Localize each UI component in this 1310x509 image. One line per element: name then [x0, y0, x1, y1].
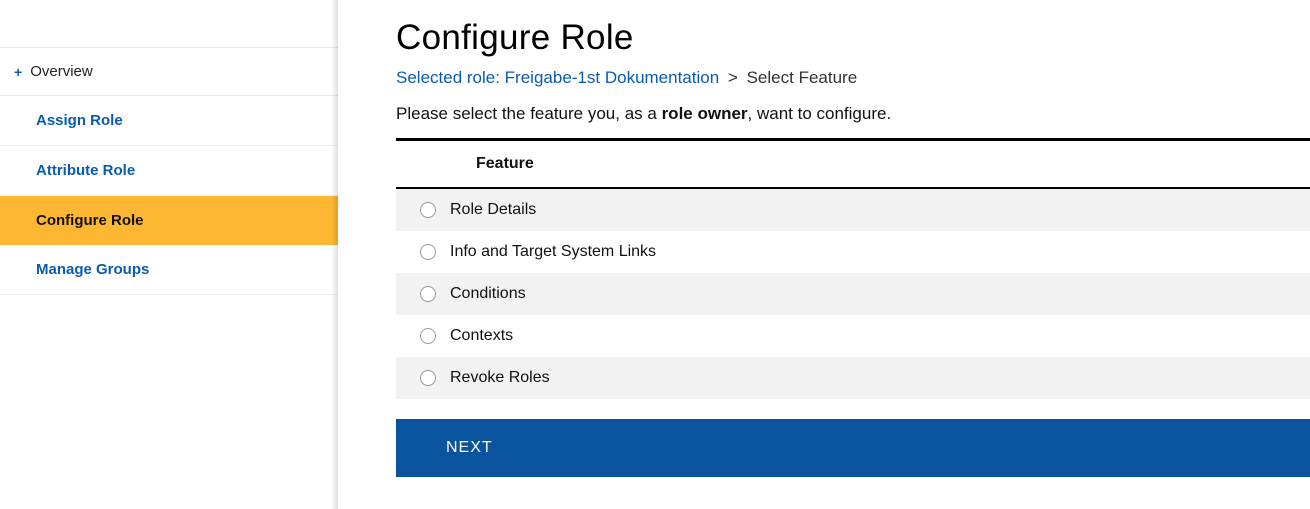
- intro-bold: role owner: [662, 104, 748, 123]
- sidebar-item-label: Attribute Role: [36, 162, 135, 179]
- sidebar-top-spacer: [0, 0, 338, 48]
- radio-icon[interactable]: [420, 286, 436, 302]
- sidebar-item-attribute-role[interactable]: Attribute Role: [0, 146, 338, 196]
- feature-row-conditions[interactable]: Conditions: [396, 273, 1310, 315]
- radio-icon[interactable]: [420, 328, 436, 344]
- feature-label: Contexts: [450, 327, 513, 345]
- radio-icon[interactable]: [420, 202, 436, 218]
- sidebar-item-assign-role[interactable]: Assign Role: [0, 96, 338, 146]
- intro-prefix: Please select the feature you, as a: [396, 104, 662, 123]
- intro-text: Please select the feature you, as a role…: [396, 104, 1310, 124]
- plus-icon: +: [14, 65, 22, 79]
- sidebar-item-label: Manage Groups: [36, 261, 149, 278]
- feature-table: Feature Role Details Info and Target Sys…: [396, 138, 1310, 399]
- sidebar-nav: Assign Role Attribute Role Configure Rol…: [0, 96, 338, 295]
- intro-suffix: , want to configure.: [748, 104, 892, 123]
- feature-row-revoke-roles[interactable]: Revoke Roles: [396, 357, 1310, 399]
- feature-row-role-details[interactable]: Role Details: [396, 189, 1310, 231]
- sidebar-overview-label: Overview: [30, 63, 93, 80]
- sidebar-item-manage-groups[interactable]: Manage Groups: [0, 245, 338, 295]
- feature-label: Role Details: [450, 201, 536, 219]
- breadcrumb-link[interactable]: Selected role: Freigabe-1st Dokumentatio…: [396, 68, 719, 87]
- next-button[interactable]: NEXT: [396, 419, 1310, 477]
- main-content: Configure Role Selected role: Freigabe-1…: [338, 0, 1310, 509]
- radio-icon[interactable]: [420, 244, 436, 260]
- sidebar-item-label: Assign Role: [36, 112, 123, 129]
- feature-table-header: Feature: [396, 141, 1310, 189]
- breadcrumb: Selected role: Freigabe-1st Dokumentatio…: [396, 68, 1310, 88]
- sidebar-overview[interactable]: + Overview: [0, 48, 338, 96]
- feature-label: Info and Target System Links: [450, 243, 656, 261]
- breadcrumb-separator: >: [728, 68, 738, 87]
- sidebar-item-configure-role[interactable]: Configure Role: [0, 196, 338, 245]
- feature-label: Conditions: [450, 285, 526, 303]
- feature-row-info-target-links[interactable]: Info and Target System Links: [396, 231, 1310, 273]
- sidebar-item-label: Configure Role: [36, 212, 144, 229]
- page-title: Configure Role: [396, 18, 1310, 58]
- feature-row-contexts[interactable]: Contexts: [396, 315, 1310, 357]
- breadcrumb-current: Select Feature: [747, 68, 858, 87]
- feature-label: Revoke Roles: [450, 369, 550, 387]
- sidebar: + Overview Assign Role Attribute Role Co…: [0, 0, 338, 509]
- radio-icon[interactable]: [420, 370, 436, 386]
